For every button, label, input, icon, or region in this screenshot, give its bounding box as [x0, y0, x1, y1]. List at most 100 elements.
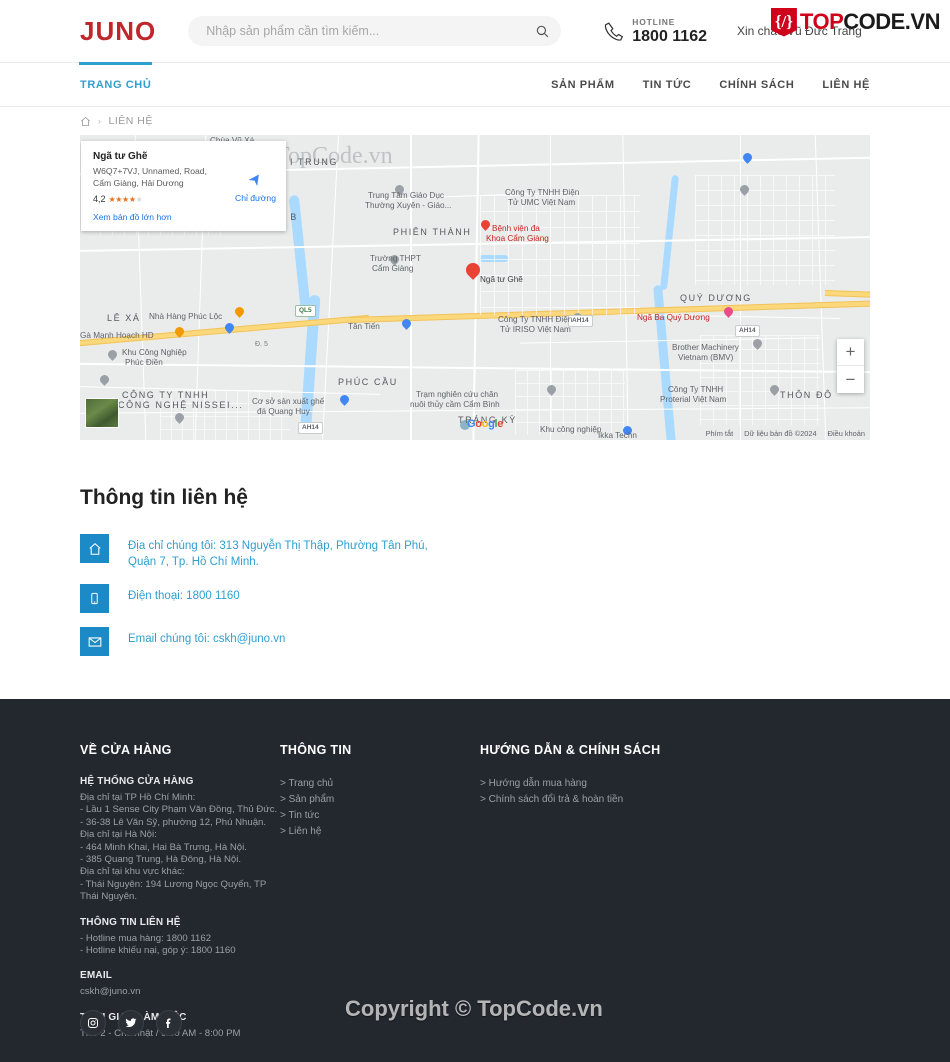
map-satellite-thumbnail[interactable] [85, 398, 119, 428]
site-footer: VỀ CỬA HÀNG HỆ THỐNG CỬA HÀNG Địa chỉ tại… [0, 699, 950, 1062]
map-pin-store[interactable] [741, 151, 754, 165]
map-pin-store[interactable] [338, 393, 351, 407]
footer-link[interactable]: > Hướng dẫn mua hàng [480, 776, 760, 792]
footer-text-line: - 385 Quang Trung, Hà Đông, Hà Nội. [80, 854, 242, 866]
contact-row-address: Địa chỉ chúng tôi: 313 Nguyễn Thị Thập, … [80, 534, 870, 570]
map-pin-store[interactable] [223, 321, 236, 335]
page-root: JUNO HOTLINE 1800 1162 Xin chào Vũ Đức T… [0, 0, 950, 1062]
map-pin[interactable] [738, 183, 751, 197]
nav-item-contact[interactable]: LIÊN HỆ [822, 79, 870, 91]
map-shortcuts-link[interactable]: Phím tắt [706, 429, 734, 438]
footer-policy-links: > Hướng dẫn mua hàng > Chính sách đổi trả… [480, 776, 760, 808]
twitter-icon[interactable] [118, 1010, 144, 1036]
footer-text-line: Thái Nguyên. [80, 891, 138, 903]
nav-item-policy[interactable]: CHÍNH SÁCH [719, 79, 794, 91]
footer-subheading: THÔNG TIN LIÊN HỆ [80, 916, 181, 928]
map-pin[interactable] [106, 348, 119, 362]
footer-heading-about: VỀ CỬA HÀNG [80, 743, 172, 757]
map-pin[interactable] [545, 383, 558, 397]
map-label: PHÚC CẦU [338, 377, 398, 387]
hotline-label: HOTLINE [632, 16, 676, 27]
map-label: Tử IRISO Việt Nam [500, 325, 571, 334]
nav-item-products[interactable]: SẢN PHẨM [551, 79, 614, 91]
footer-link[interactable]: > Sản phẩm [280, 792, 480, 808]
map-label: Bệnh viện đa [492, 224, 540, 233]
map-label: Công Ty TNHH Điện [498, 315, 573, 324]
contact-row-phone: Điện thoại: 1800 1160 [80, 584, 870, 613]
map-shield-ql5: QL5 [295, 305, 316, 317]
map-pin-store[interactable] [400, 317, 413, 331]
map-view-larger-link[interactable]: Xem bản đồ lớn hơn [93, 212, 274, 222]
contact-email-text[interactable]: Email chúng tôi: cskh@juno.vn [128, 627, 285, 647]
map-label: Trường THPT [370, 254, 421, 263]
map-pin[interactable] [173, 411, 186, 425]
topcode-word-red: TOP [799, 9, 844, 34]
topcode-word-dark: CODE.VN [843, 9, 940, 34]
map-pin-restaurant[interactable] [173, 325, 186, 339]
contact-row-email: Email chúng tôi: cskh@juno.vn [80, 627, 870, 656]
map-info-card: Ngã tư Ghẽ W6Q7+7VJ, Unnamed, Road, Cẩm … [81, 141, 286, 231]
map-pin-hospital[interactable] [479, 218, 492, 232]
footer-heading-info: THÔNG TIN [280, 743, 352, 757]
map-label: PHIÊN THÀNH [393, 227, 472, 237]
footer-link[interactable]: > Liên hệ [280, 824, 480, 840]
map-directions-button[interactable]: Chỉ đường [235, 171, 276, 203]
topcode-watermark-logo: {/} TOPCODE.VN [770, 7, 940, 37]
map-pin[interactable] [768, 383, 781, 397]
map-label: THÔN ĐÔ [780, 390, 833, 400]
contact-address-text: Địa chỉ chúng tôi: 313 Nguyễn Thị Thập, … [128, 540, 428, 568]
footer-link[interactable]: > Chính sách đổi trả & hoàn tiền [480, 792, 760, 808]
map-zoom-in-button[interactable]: + [837, 339, 864, 366]
search-button[interactable] [529, 18, 555, 44]
hotline-block[interactable]: HOTLINE 1800 1162 [603, 17, 707, 46]
footer-block: HỆ THỐNG CỬA HÀNG Địa chỉ tại TP Hồ Chí M… [80, 776, 280, 904]
map-pin-poi[interactable] [722, 305, 735, 319]
mobile-icon [80, 584, 109, 613]
map-label: I TRUNG [290, 157, 339, 167]
map-pin[interactable] [751, 337, 764, 351]
hotline-text: HOTLINE 1800 1162 [632, 17, 707, 46]
map-blocks [480, 195, 640, 315]
home-icon [80, 534, 109, 563]
footer-text-line: Địa chỉ tại khu vực khác: [80, 866, 185, 878]
map-shield-ah14: AH14 [298, 422, 323, 434]
footer-text-line: - Hotline khiếu nại, góp ý: 1800 1160 [80, 945, 236, 957]
nav-links: SẢN PHẨM TIN TỨC CHÍNH SÁCH LIÊN HỆ [551, 79, 870, 91]
footer-text-line: Địa chỉ tại Hà Nội: [80, 829, 157, 841]
map-label: Công Ty TNHH [668, 385, 724, 394]
search-input[interactable] [206, 24, 530, 38]
map-label: Tử UMC Việt Nam [508, 198, 576, 207]
map-terms-link[interactable]: Điều khoản [828, 429, 865, 438]
facebook-icon[interactable] [156, 1010, 182, 1036]
footer-about-blocks: HỆ THỐNG CỬA HÀNG Địa chỉ tại TP Hồ Chí M… [80, 776, 280, 1040]
map-zoom-controls[interactable]: + − [837, 339, 864, 393]
page-title: Thông tin liên hệ [80, 486, 248, 509]
instagram-icon[interactable] [80, 1010, 106, 1036]
map-zoom-out-button[interactable]: − [837, 366, 864, 393]
breadcrumb-current: LIÊN HỆ [108, 115, 153, 127]
map-label: Brother Machinery [672, 343, 739, 352]
topcode-badge-glyph: {/} [774, 12, 793, 31]
map-pin-main[interactable] [463, 260, 483, 281]
directions-arrow-icon [246, 171, 264, 189]
map-label: QUÝ DƯƠNG [680, 293, 752, 303]
footer-link[interactable]: > Trang chủ [280, 776, 480, 792]
search-bar[interactable] [188, 16, 562, 46]
contact-phone-text[interactable]: Điện thoại: 1800 1160 [128, 584, 240, 604]
location-map[interactable]: AH14 AH14 AH14 QL5 Chùa Vũ XáI TRUNGPHÚC… [80, 135, 870, 440]
nav-item-home[interactable]: TRANG CHỦ [78, 61, 153, 91]
social-links [80, 1010, 182, 1036]
site-logo[interactable]: JUNO [80, 16, 156, 47]
map-shield-ah14: AH14 [735, 325, 760, 337]
footer-column-info: THÔNG TIN > Trang chủ > Sản phẩm > Tin tức… [280, 743, 480, 1053]
map-pin-restaurant[interactable] [233, 305, 246, 319]
home-icon[interactable] [80, 116, 91, 127]
map-label: LÊ XÁ [107, 313, 141, 323]
footer-link[interactable]: > Tin tức [280, 808, 480, 824]
nav-item-news[interactable]: TIN TỨC [643, 79, 692, 91]
footer-subheading: EMAIL [80, 970, 113, 982]
map-pin[interactable] [98, 373, 111, 387]
map-label: Công Ty TNHH Điện [505, 188, 580, 197]
topcode-badge-icon: {/} [770, 7, 797, 37]
map-label: Khu Công Nghiệp [122, 348, 187, 357]
